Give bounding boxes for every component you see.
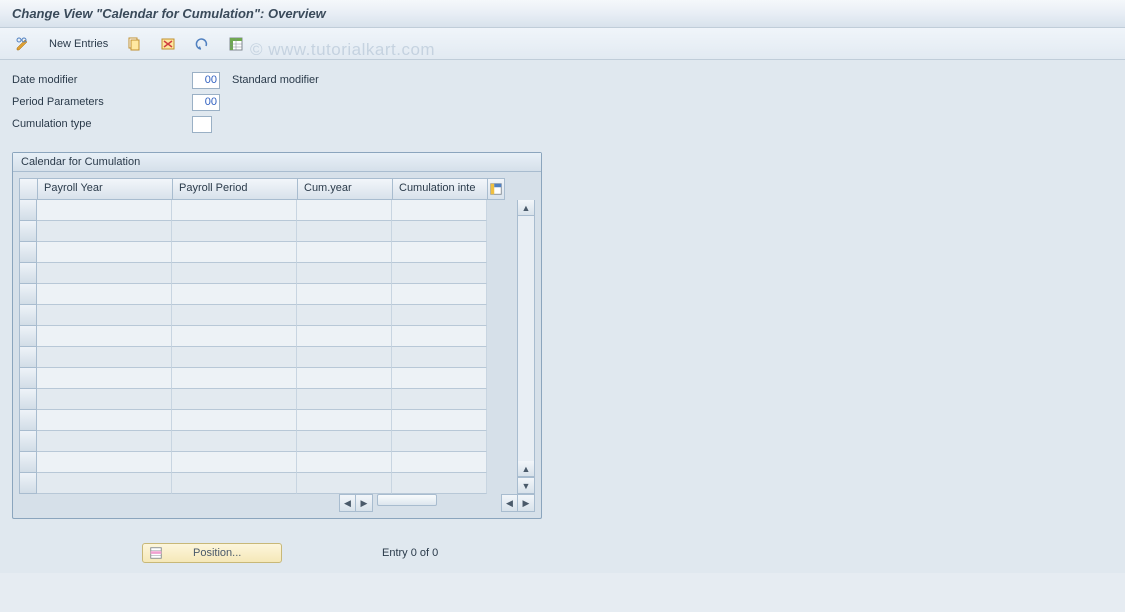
col-cum-year[interactable]: Cum.year <box>297 178 392 200</box>
cumulation-type-label: Cumulation type <box>12 118 192 130</box>
scroll-left-button[interactable]: ◀ <box>340 495 356 511</box>
scroll-track[interactable] <box>518 216 534 461</box>
row-selector[interactable] <box>19 473 37 494</box>
period-parameters-input[interactable] <box>192 94 220 111</box>
pencil-glasses-icon <box>15 36 31 52</box>
table-row <box>19 389 517 410</box>
cumulation-type-input[interactable] <box>192 116 212 133</box>
row-selector[interactable] <box>19 200 37 221</box>
table-row <box>19 200 517 221</box>
position-icon <box>149 546 163 560</box>
delete-icon <box>160 36 176 52</box>
period-parameters-label: Period Parameters <box>12 96 192 108</box>
row-selector[interactable] <box>19 452 37 473</box>
row-selector[interactable] <box>19 263 37 284</box>
panel-title: Calendar for Cumulation <box>13 153 541 172</box>
position-label: Position... <box>193 547 241 559</box>
header-fields: Date modifier Standard modifier Period P… <box>12 70 1113 134</box>
row-selector[interactable] <box>19 410 37 431</box>
entry-counter: Entry 0 of 0 <box>382 547 438 559</box>
scroll-down-button[interactable]: ▼ <box>518 477 534 493</box>
row-selector[interactable] <box>19 242 37 263</box>
row-selector[interactable] <box>19 389 37 410</box>
table-row <box>19 368 517 389</box>
row-selector[interactable] <box>19 347 37 368</box>
table-row <box>19 452 517 473</box>
main-content: Date modifier Standard modifier Period P… <box>0 60 1125 573</box>
copy-button[interactable] <box>119 33 149 55</box>
table-wrapper: Payroll Year Payroll Period Cum.year Cum… <box>13 172 541 518</box>
col-payroll-year[interactable]: Payroll Year <box>37 178 172 200</box>
table-row <box>19 263 517 284</box>
table-select-icon <box>228 36 244 52</box>
scroll-up-button[interactable]: ▲ <box>518 200 534 216</box>
row-selector[interactable] <box>19 305 37 326</box>
date-modifier-label: Date modifier <box>12 74 192 86</box>
date-modifier-input[interactable] <box>192 72 220 89</box>
date-modifier-desc: Standard modifier <box>232 74 319 86</box>
field-cumulation-type: Cumulation type <box>12 114 1113 134</box>
new-entries-button[interactable]: New Entries <box>42 33 115 55</box>
table-row <box>19 305 517 326</box>
toolbar: New Entries <box>0 28 1125 60</box>
table-panel: Calendar for Cumulation Payroll Year Pay… <box>12 152 542 519</box>
horizontal-scrollbar: ◀ ▶ ◀ ▶ <box>19 494 535 512</box>
hscroll-thumb[interactable] <box>377 494 437 506</box>
footer: Position... Entry 0 of 0 <box>12 543 1113 563</box>
row-selector[interactable] <box>19 221 37 242</box>
copy-icon <box>126 36 142 52</box>
table-row <box>19 410 517 431</box>
undo-icon <box>194 36 210 52</box>
delete-button[interactable] <box>153 33 183 55</box>
field-period-parameters: Period Parameters <box>12 92 1113 112</box>
table-row <box>19 326 517 347</box>
row-selector[interactable] <box>19 431 37 452</box>
scroll-right-end-button[interactable]: ▶ <box>518 495 534 511</box>
title-bar: Change View "Calendar for Cumulation": O… <box>0 0 1125 28</box>
select-all-cell[interactable] <box>19 178 37 200</box>
scroll-right-button[interactable]: ▶ <box>356 495 372 511</box>
undo-button[interactable] <box>187 33 217 55</box>
table-row <box>19 431 517 452</box>
table-row <box>19 473 517 494</box>
new-entries-label: New Entries <box>49 38 108 50</box>
table-row <box>19 347 517 368</box>
toggle-edit-button[interactable] <box>8 33 38 55</box>
page-title: Change View "Calendar for Cumulation": O… <box>12 6 1113 21</box>
table-row <box>19 242 517 263</box>
grid: Payroll Year Payroll Period Cum.year Cum… <box>19 178 535 512</box>
col-cum-inte[interactable]: Cumulation inte <box>392 178 487 200</box>
scroll-up2-button[interactable]: ▲ <box>518 461 534 477</box>
row-selector[interactable] <box>19 368 37 389</box>
select-all-button[interactable] <box>221 33 251 55</box>
row-selector[interactable] <box>19 326 37 347</box>
grid-header: Payroll Year Payroll Period Cum.year Cum… <box>19 178 535 200</box>
position-button[interactable]: Position... <box>142 543 282 563</box>
table-row <box>19 221 517 242</box>
table-config-icon <box>489 182 503 196</box>
grid-body: ▲ ▲ ▼ <box>19 200 535 494</box>
table-config-button[interactable] <box>487 178 505 200</box>
row-selector[interactable] <box>19 284 37 305</box>
scroll-left-end-button[interactable]: ◀ <box>502 495 518 511</box>
col-payroll-period[interactable]: Payroll Period <box>172 178 297 200</box>
field-date-modifier: Date modifier Standard modifier <box>12 70 1113 90</box>
table-row <box>19 284 517 305</box>
vertical-scrollbar[interactable]: ▲ ▲ ▼ <box>517 200 535 494</box>
